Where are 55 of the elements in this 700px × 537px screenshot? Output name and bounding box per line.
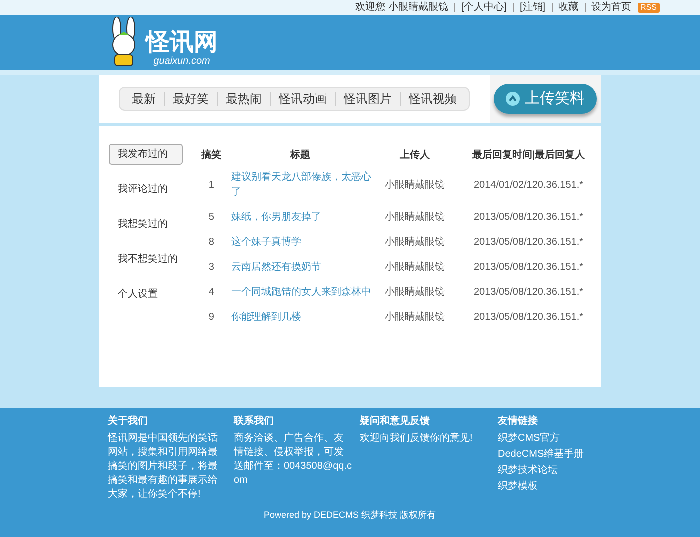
footer-heading: 关于我们	[108, 414, 149, 429]
table-cell-text: 8	[208, 236, 216, 250]
sidebar-item[interactable]: 我发布过的	[109, 144, 183, 165]
nav-tab[interactable]: 最好笑	[165, 90, 217, 108]
table-cell-text: 小眼睛戴眼镜	[384, 310, 446, 325]
nav-tab[interactable]: 最新	[124, 90, 164, 108]
column-header: 搞笑	[200, 148, 223, 163]
table-cell-text: 2013/05/08/120.36.151.*	[472, 311, 585, 325]
logo-title: 怪讯网	[146, 30, 218, 56]
logo-domain: guaixun.com	[154, 56, 210, 66]
table-cell-text: 小眼睛戴眼镜	[384, 210, 446, 225]
table-cell-text: 2013/05/08/120.36.151.*	[472, 286, 585, 300]
table-cell-text: 4	[208, 286, 216, 300]
table-cell-text: 5	[208, 211, 216, 225]
nav-tab[interactable]: 怪讯图片	[336, 90, 400, 108]
sidebar-item[interactable]: 个人设置	[109, 284, 183, 305]
table-cell-text: 1	[208, 178, 216, 192]
table-cell-text: 9	[208, 311, 216, 325]
top-link[interactable]: [个人中心]	[461, 0, 507, 15]
powered-by-text: Powered by DEDECMS 织梦科技 版权所有	[264, 510, 436, 520]
title-link[interactable]: 一个同城跑错的女人来到森林中	[227, 282, 374, 303]
table-cell-text: 3	[208, 261, 216, 275]
title-link[interactable]: 这个妹子真博学	[227, 232, 374, 253]
table-cell-text: 小眼睛戴眼镜	[384, 286, 446, 300]
sidebar-item[interactable]: 我评论过的	[109, 179, 183, 200]
column-header: 标题	[289, 148, 312, 163]
table-cell-text: 2013/05/08/120.36.151.*	[472, 236, 585, 250]
table-cell-text: 2013/05/08/120.36.151.*	[472, 211, 585, 225]
footer-heading: 友情链接	[498, 414, 539, 429]
title-link[interactable]: 云南居然还有摸奶节	[227, 257, 374, 278]
column-header: 上传人	[398, 148, 431, 163]
table-cell-text: 小眼睛戴眼镜	[384, 236, 446, 250]
footer-text: 商务洽谈、广告合作、友情链接、侵权举报，可发送邮件至：0043508@qq.com	[234, 432, 352, 488]
title-link[interactable]: 建议别看天龙八部傣族，太恶心了	[227, 167, 374, 203]
title-link[interactable]: 妹纸，你男朋友掉了	[227, 207, 374, 228]
footer-heading: 联系我们	[234, 414, 275, 429]
welcome-text: 欢迎您 小眼睛戴眼镜	[356, 0, 448, 15]
footer-heading: 疑问和意见反馈	[360, 414, 431, 429]
upload-button[interactable]: 上传笑料	[494, 84, 597, 114]
top-link[interactable]: 收藏	[558, 0, 579, 15]
table-cell-text: 小眼睛戴眼镜	[384, 178, 446, 192]
footer-text: 怪讯网是中国领先的笑话网站，搜集和引用网络最搞笑的图片和段子，将最搞笑和最有趣的事展示给大家，让你笑个不停!	[108, 432, 219, 502]
sidebar-item[interactable]: 我想笑过的	[109, 214, 183, 235]
footer-text: 欢迎向我们反馈你的意见!	[360, 432, 474, 446]
sidebar-item[interactable]: 我不想笑过的	[109, 249, 183, 270]
column-header: 最后回复时间|最后回复人	[471, 148, 586, 163]
nav-tab[interactable]: 怪讯动画	[271, 90, 335, 108]
top-link[interactable]: 设为首页	[592, 0, 632, 15]
title-link[interactable]: 你能理解到几楼	[227, 307, 374, 328]
table-cell-text: 小眼睛戴眼镜	[384, 260, 446, 275]
top-link[interactable]: [注销]	[520, 0, 546, 15]
nav-tab[interactable]: 怪讯视频	[401, 90, 465, 108]
table-cell-text: 2014/01/02/120.36.151.*	[472, 178, 585, 192]
table-cell-text: 2013/05/08/120.36.151.*	[472, 261, 585, 275]
nav-tab[interactable]: 最热闹	[218, 90, 270, 108]
